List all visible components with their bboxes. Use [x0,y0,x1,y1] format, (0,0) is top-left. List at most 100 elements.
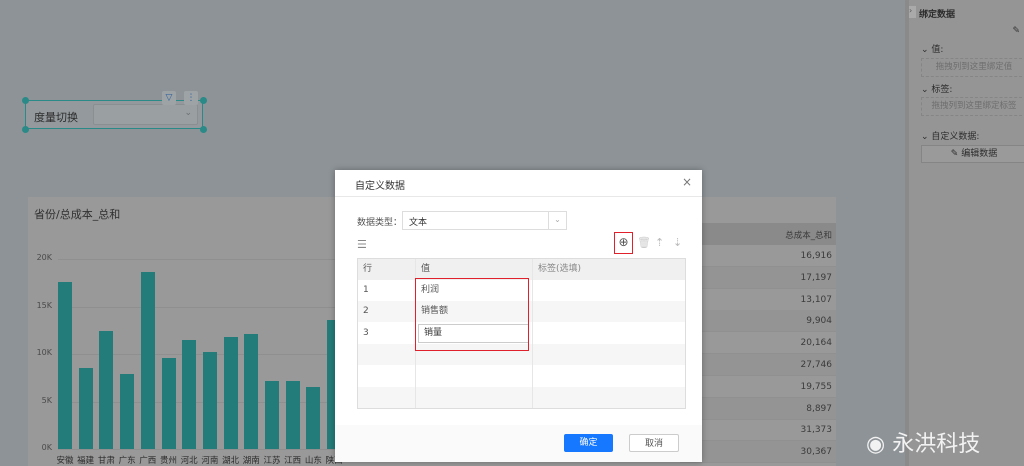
y-tick-label: 5K [41,395,52,405]
table-row[interactable] [358,365,685,386]
value-section[interactable]: ⌄ 值: [921,42,943,55]
bar[interactable] [140,272,155,449]
move-down-icon[interactable]: ⇣ [673,236,682,249]
x-tick-label: 甘肃 [97,456,115,466]
measure-select[interactable]: ⌄ [93,104,198,125]
table-cell: 20,164 [680,332,836,355]
data-type-select[interactable]: 文本 ⌄ [402,211,567,230]
data-type-value: 文本 [409,218,428,228]
add-column-icon[interactable]: ☰ [357,238,367,251]
label-drop-zone[interactable]: 拖拽列到这里绑定标签 [921,97,1024,116]
delete-icon[interactable]: 🗑︎ [637,236,651,249]
bar[interactable] [182,339,197,449]
bar[interactable] [306,387,321,449]
x-tick-label: 江苏 [263,456,281,466]
gridline [58,449,368,450]
bar[interactable] [99,331,114,449]
resize-handle[interactable] [200,126,207,133]
table-header: 总成本_总和 [680,223,836,245]
bar[interactable] [285,380,300,449]
data-table: 总成本_总和 16,916 17,197 13,107 9,904 20,164 27,7… [680,223,836,466]
column-header: 行 [363,264,373,274]
bar[interactable] [265,380,279,449]
bar[interactable] [78,368,93,449]
weibo-icon: ◉ [866,432,893,457]
x-tick-label: 河南 [201,456,219,466]
edit-data-label: 编辑数据 [961,149,998,159]
bar[interactable] [58,281,72,449]
table-cell: 31,373 [680,419,836,442]
label-label: 标签: [931,85,953,95]
table-cell: 30,367 [680,441,836,464]
bar[interactable] [244,334,259,449]
x-tick-label: 安徽 [56,456,74,466]
x-tick-label: 广西 [139,456,157,466]
x-tick-label: 广东 [118,456,136,466]
custom-data-dialog: 自定义数据 × 数据类型： 文本 ⌄ ☰ ⊕ 🗑︎ ⇡ ⇣ 行 值 标签(选填)… [335,170,702,462]
panel-title: 绑定数据 [919,10,956,20]
chevron-down-icon: ⌄ [921,45,932,55]
x-tick-label: 贵州 [159,456,177,466]
filter-icon[interactable]: ▽ [162,91,176,105]
table-cell: 19,755 [680,376,836,398]
table-cell: 13,107 [680,289,836,311]
resize-handle[interactable] [22,126,29,133]
more-icon[interactable]: ⋮ [184,91,198,105]
row-number: 3 [363,327,369,338]
bar[interactable] [223,336,238,449]
column-header: 标签(选填) [538,264,582,274]
bar[interactable] [120,373,135,449]
y-tick-label: 0K [41,443,52,452]
chevron-down-icon: ⌄ [548,212,566,229]
value-label: 值: [931,45,944,55]
resize-handle[interactable] [200,97,207,104]
x-tick-label: 河北 [180,456,198,466]
table-header-row: 行 值 标签(选填) [358,259,685,280]
x-tick-label: 湖北 [222,456,240,466]
dialog-footer: 确定 取消 [335,425,702,462]
chevron-down-icon: ⌄ [921,85,932,95]
x-tick-label: 福建 [77,456,95,466]
data-type-label: 数据类型： [357,218,403,228]
collapse-icon[interactable]: › [909,6,916,18]
column-header: 总成本_总和 [785,231,832,241]
add-row-icon[interactable]: ⊕ [614,232,633,254]
dialog-title: 自定义数据 [355,181,405,192]
move-up-icon[interactable]: ⇡ [655,236,664,249]
gridline [58,259,368,260]
table-cell: 8,897 [680,397,836,420]
resize-handle[interactable] [22,97,29,104]
edit-icon: ✎ [950,149,962,159]
edit-data-button[interactable]: ✎ 编辑数据 [921,145,1024,163]
eraser-icon[interactable]: ✎ [1012,26,1020,36]
y-tick-label: 15K [36,300,52,310]
table-row[interactable] [358,386,685,408]
custom-data-section[interactable]: ⌄ 自定义数据: [921,129,979,142]
table-cell: 27,746 [680,354,836,376]
bar[interactable] [161,357,176,449]
value-drop-zone[interactable]: 拖拽列到这里绑定值 [921,58,1024,77]
dialog-header: 自定义数据 × [335,170,702,197]
bar[interactable] [202,352,217,449]
chevron-down-icon: ⌄ [921,132,932,142]
cancel-button[interactable]: 取消 [629,434,679,452]
ok-button[interactable]: 确定 [564,434,613,452]
row-number: 1 [363,285,369,295]
x-tick-label: 湖南 [242,456,260,466]
y-tick-label: 20K [36,253,52,262]
table-cell: 16,916 [680,245,836,267]
measure-switch-combo[interactable]: 度量切换 ⌄ [25,100,203,129]
label-section[interactable]: ⌄ 标签: [921,82,952,95]
close-icon[interactable]: × [682,175,692,189]
column-header: 值 [421,264,431,274]
row-number: 2 [363,306,369,317]
x-tick-label: 山东 [304,456,322,466]
y-tick-label: 10K [36,348,52,357]
gridline [58,306,368,308]
highlight-box [415,278,529,351]
custom-data-label: 自定义数据: [931,132,980,142]
table-cell: 17,197 [680,266,836,289]
watermark-text: 永洪科技 [892,432,981,457]
chevron-down-icon: ⌄ [184,108,192,118]
bind-data-panel: › 绑定数据 ✎ ⌄ 值: 拖拽列到这里绑定值 ⌄ 标签: 拖拽列到这里绑定标签… [905,0,1024,466]
